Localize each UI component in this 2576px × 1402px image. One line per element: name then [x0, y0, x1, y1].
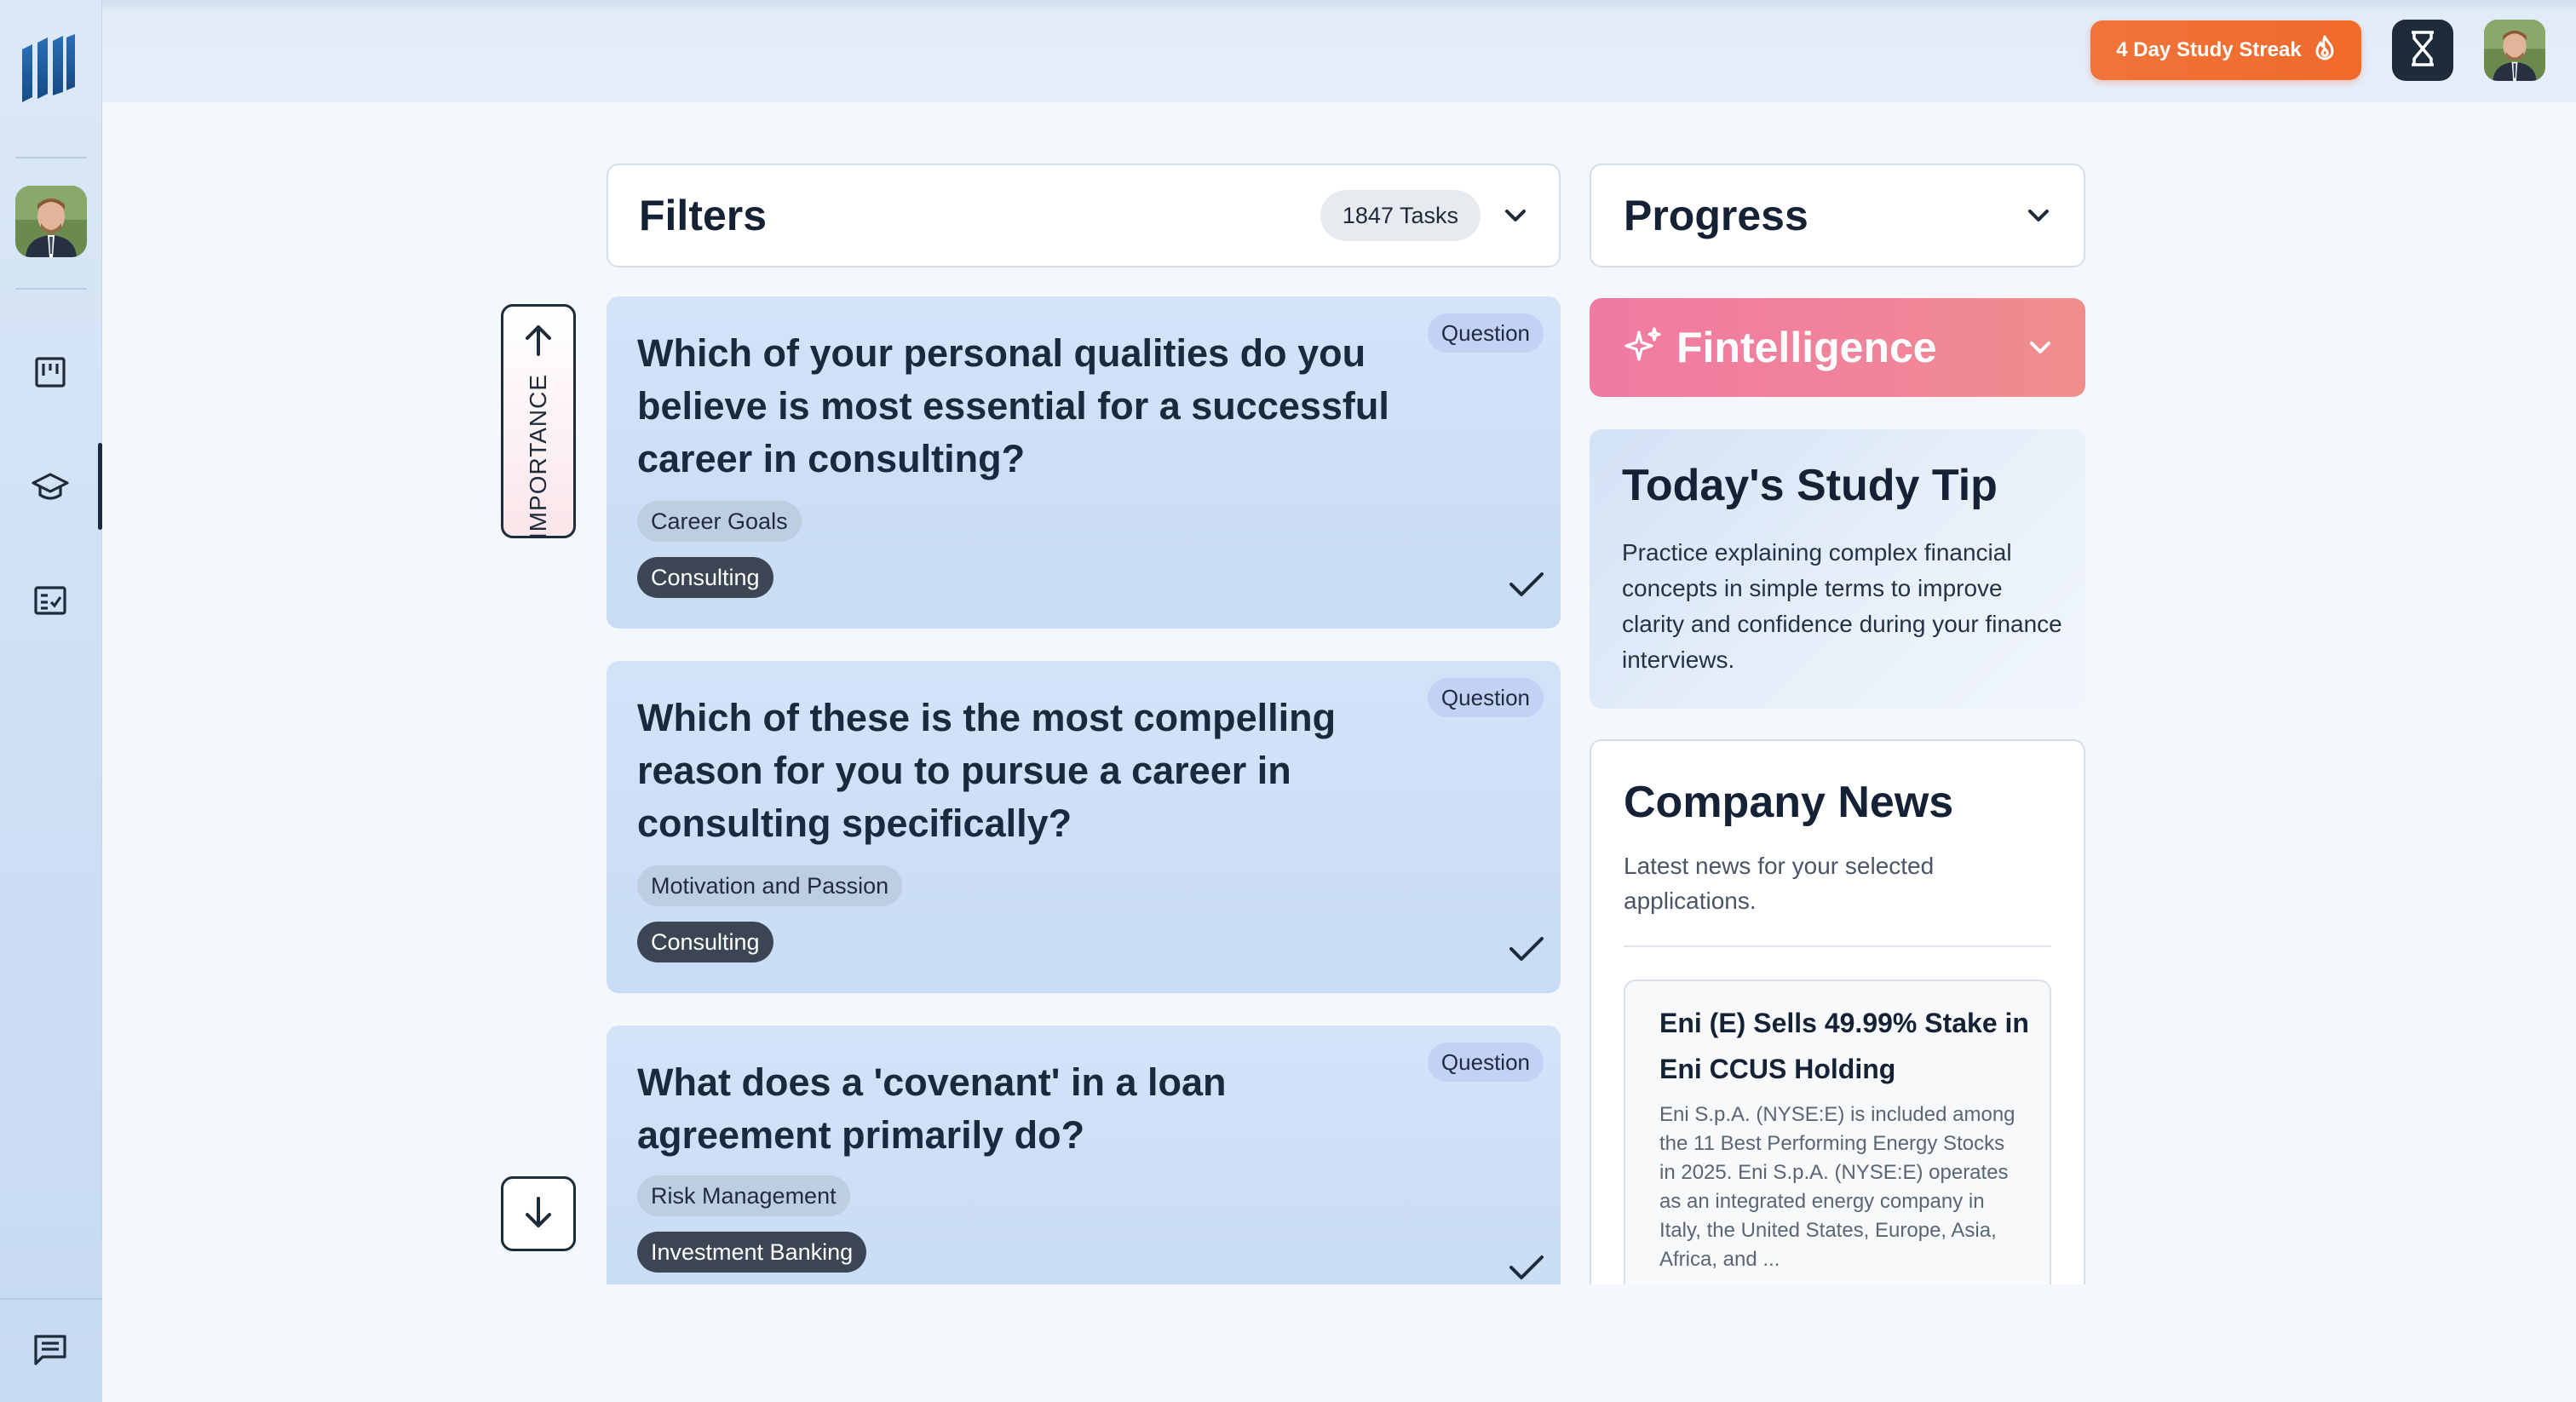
task-question: What does a 'covenant' in a loan agreeme…	[637, 1060, 1227, 1157]
sidebar-avatar[interactable]	[15, 186, 87, 257]
task-tag[interactable]: Career Goals	[637, 501, 802, 542]
filters-panel[interactable]: Filters 1847 Tasks	[607, 164, 1561, 267]
study-tip-card: Today's Study Tip Practice explaining co…	[1590, 429, 2085, 709]
importance-sort-down[interactable]	[501, 1176, 576, 1251]
company-news-card: Company News Latest news for your select…	[1590, 739, 2085, 1284]
sparkles-icon	[1622, 325, 1663, 371]
sidebar-divider	[0, 1298, 102, 1300]
news-item[interactable]: Eni (E) Sells 49.99% Stake in Eni CCUS H…	[1624, 980, 2051, 1284]
sidebar-active-indicator	[98, 443, 102, 530]
news-item-title[interactable]: Eni (E) Sells 49.99% Stake in Eni CCUS H…	[1659, 1000, 2034, 1092]
news-divider	[1624, 945, 2051, 947]
fintelligence-panel[interactable]: Fintelligence	[1590, 298, 2085, 397]
check-icon[interactable]	[1508, 1249, 1545, 1284]
chevron-down-icon[interactable]	[2027, 339, 2053, 356]
filters-title: Filters	[639, 192, 768, 239]
chevron-down-icon[interactable]	[2026, 207, 2051, 224]
question-badge: Question	[1427, 1043, 1544, 1082]
task-card[interactable]: Which of your personal qualities do you …	[607, 296, 1561, 629]
task-tag[interactable]: Consulting	[637, 557, 773, 598]
kanban-icon[interactable]	[31, 353, 70, 392]
arrow-up-icon	[523, 324, 554, 362]
task-tag[interactable]: Investment Banking	[637, 1232, 867, 1273]
study-tip-title: Today's Study Tip	[1622, 461, 1998, 510]
progress-title: Progress	[1624, 192, 1808, 239]
fintelligence-title: Fintelligence	[1676, 324, 1937, 371]
task-tag[interactable]: Consulting	[637, 922, 773, 962]
streak-label: 4 Day Study Streak	[2116, 38, 2302, 61]
sidebar	[0, 0, 102, 1402]
check-icon[interactable]	[1508, 566, 1545, 603]
task-question: Which of these is the most compelling re…	[637, 696, 1337, 845]
study-streak-button[interactable]: 4 Day Study Streak	[2090, 20, 2361, 80]
chevron-down-icon[interactable]	[1503, 207, 1528, 224]
question-badge: Question	[1427, 678, 1544, 717]
task-question: Which of your personal qualities do you …	[637, 331, 1389, 480]
company-news-subtitle: Latest news for your selected applicatio…	[1624, 853, 1935, 914]
message-icon[interactable]	[31, 1330, 70, 1370]
task-card[interactable]: What does a 'covenant' in a loan agreeme…	[607, 1026, 1561, 1284]
task-tag[interactable]: Risk Management	[637, 1175, 850, 1216]
hourglass-icon	[2410, 30, 2435, 72]
importance-sort-up[interactable]: IMPORTANCE	[501, 304, 576, 540]
tasks-count-badge: 1847 Tasks	[1320, 190, 1481, 241]
flame-icon	[2314, 35, 2336, 66]
sidebar-divider	[15, 288, 87, 290]
check-icon[interactable]	[1508, 930, 1545, 968]
user-avatar[interactable]	[2484, 20, 2545, 81]
study-tip-body: Practice explaining complex financial co…	[1622, 539, 2062, 673]
checklist-icon[interactable]	[31, 581, 70, 620]
app-logo-icon[interactable]	[19, 32, 78, 104]
arrow-down-icon	[523, 1195, 554, 1233]
question-badge: Question	[1427, 313, 1544, 353]
task-card[interactable]: Which of these is the most compelling re…	[607, 661, 1561, 993]
importance-label: IMPORTANCE	[525, 373, 551, 540]
task-tag[interactable]: Motivation and Passion	[637, 865, 903, 906]
progress-panel[interactable]: Progress	[1590, 164, 2085, 267]
task-list: Which of your personal qualities do you …	[607, 296, 1561, 1284]
news-item-body: Eni S.p.A. (NYSE:E) is included among th…	[1659, 1103, 2015, 1271]
company-news-title: Company News	[1624, 778, 1954, 827]
sidebar-divider	[15, 157, 87, 158]
graduation-cap-icon[interactable]	[31, 467, 70, 506]
timer-button[interactable]	[2392, 20, 2453, 81]
